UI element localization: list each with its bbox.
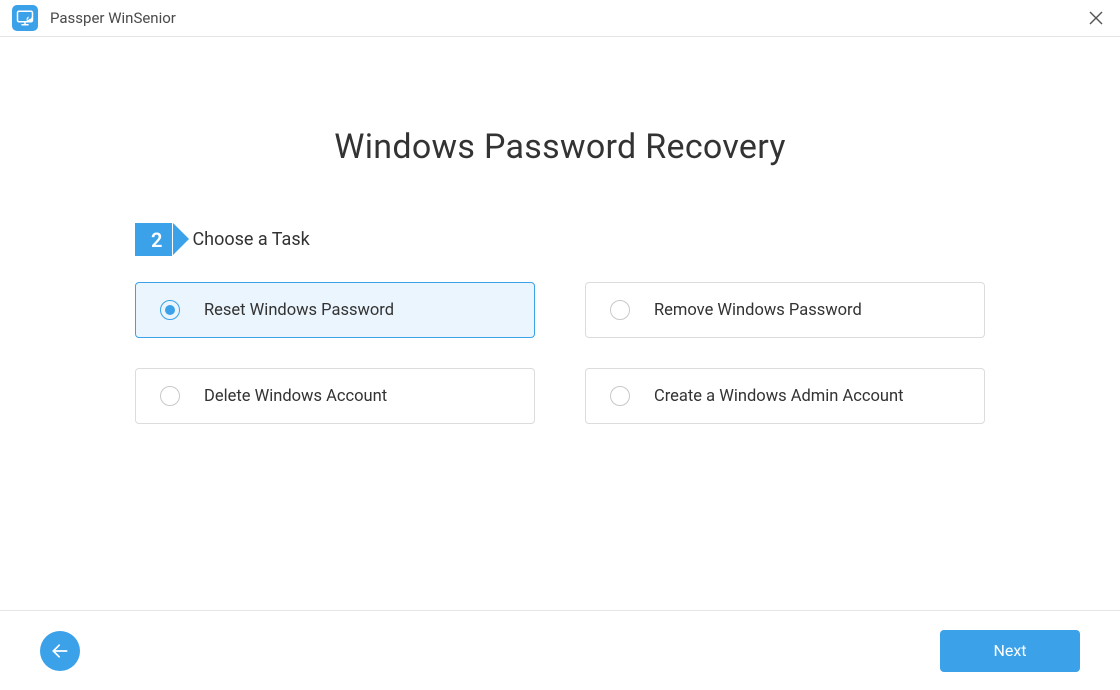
task-option-delete[interactable]: Delete Windows Account (135, 368, 535, 424)
title-bar: Passper WinSenior (0, 0, 1120, 37)
main-content: Windows Password Recovery 2 Choose a Tas… (0, 37, 1120, 424)
task-label: Create a Windows Admin Account (654, 387, 904, 406)
step-header: 2 Choose a Task (135, 223, 985, 256)
task-label: Remove Windows Password (654, 301, 862, 320)
radio-icon (610, 386, 630, 406)
task-label: Delete Windows Account (204, 387, 387, 406)
radio-icon (610, 300, 630, 320)
page-title: Windows Password Recovery (0, 127, 1120, 167)
step-number-badge: 2 (135, 223, 172, 256)
task-grid: Reset Windows Password Remove Windows Pa… (135, 282, 985, 424)
task-label: Reset Windows Password (204, 301, 394, 320)
radio-icon (160, 386, 180, 406)
next-button[interactable]: Next (940, 630, 1080, 672)
footer: Next (0, 610, 1120, 690)
task-option-remove[interactable]: Remove Windows Password (585, 282, 985, 338)
close-icon (1089, 11, 1103, 25)
close-button[interactable] (1086, 8, 1106, 28)
radio-dot-icon (165, 305, 175, 315)
app-title: Passper WinSenior (50, 9, 176, 27)
back-button[interactable] (40, 631, 80, 671)
task-option-create[interactable]: Create a Windows Admin Account (585, 368, 985, 424)
arrow-left-icon (50, 641, 70, 661)
step-label: Choose a Task (192, 229, 309, 250)
task-option-reset[interactable]: Reset Windows Password (135, 282, 535, 338)
radio-icon (160, 300, 180, 320)
app-icon (12, 5, 38, 31)
container: 2 Choose a Task Reset Windows Password R… (135, 223, 985, 424)
